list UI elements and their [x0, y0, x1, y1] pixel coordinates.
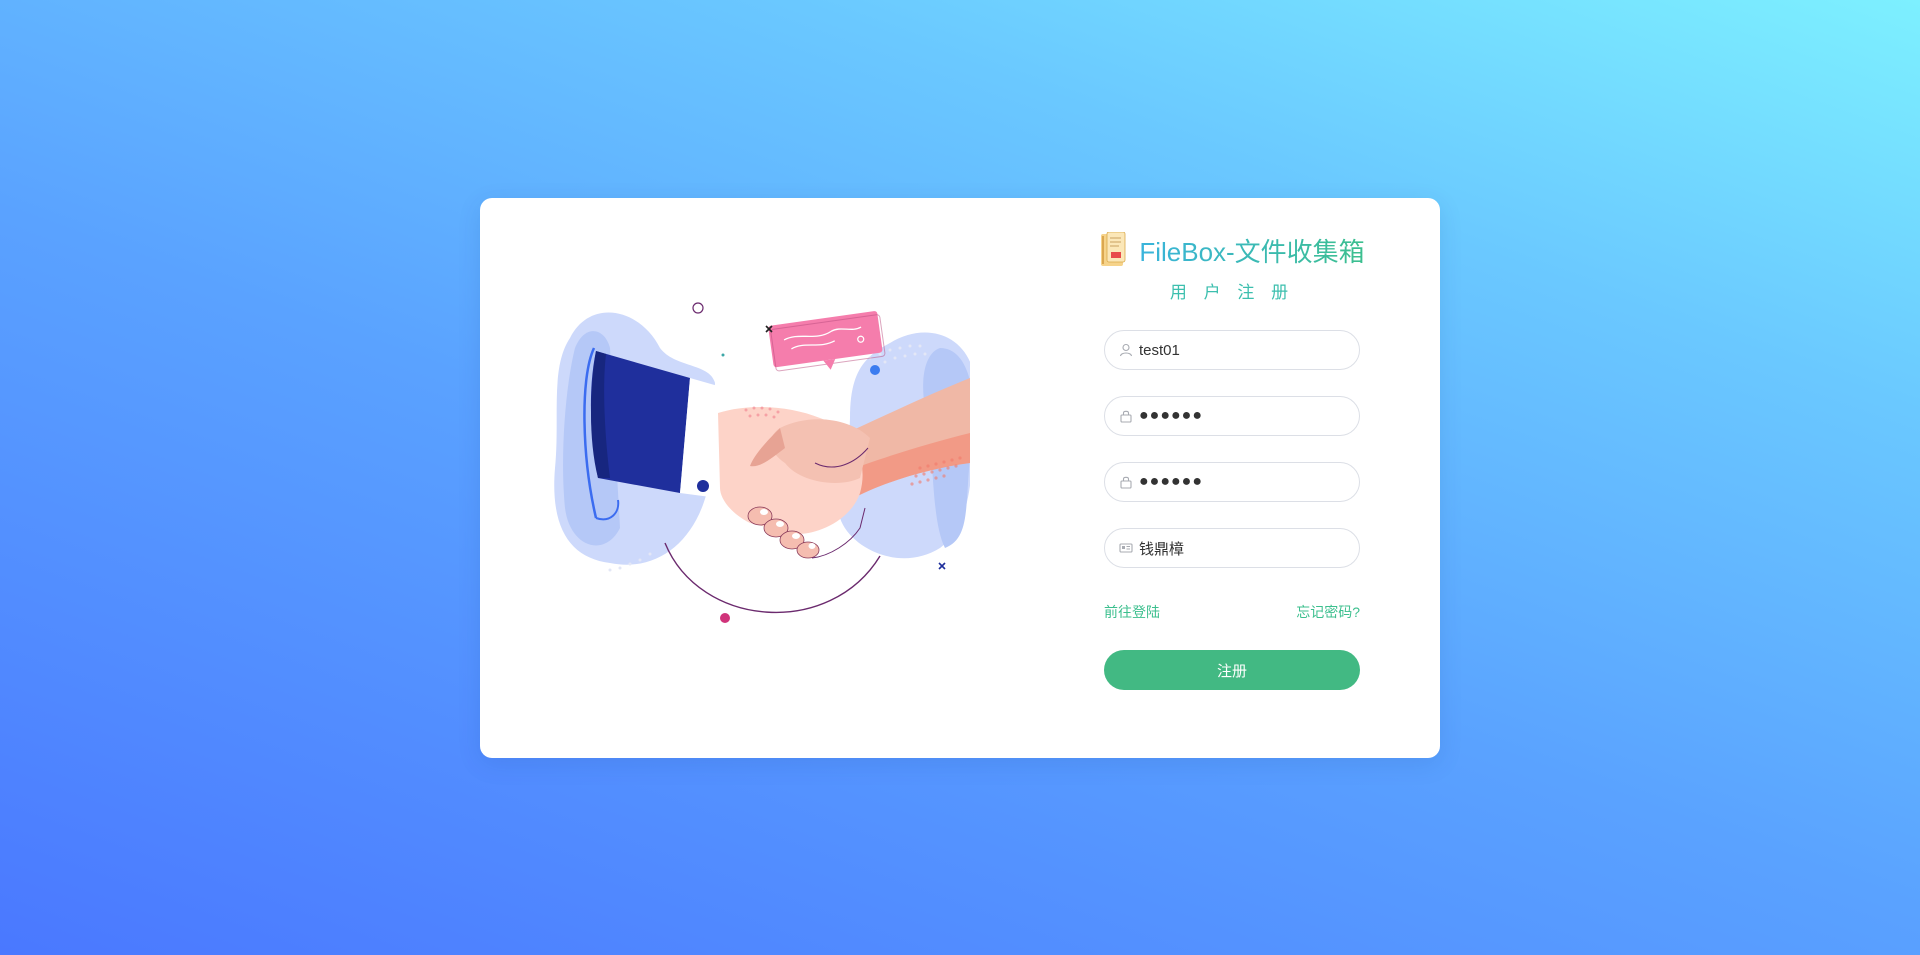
auth-links: 前往登陆 忘记密码? [1104, 602, 1360, 622]
confirm-password-field[interactable]: ●●●●●● [1104, 462, 1360, 502]
forgot-password-link[interactable]: 忘记密码? [1296, 602, 1360, 622]
username-field[interactable]: test01 [1104, 330, 1360, 370]
register-form: FileBox-文件收集箱 用 户 注 册 test01 ●●●●●● ●●●●… [1101, 228, 1365, 690]
confirm-password-value: ●●●●●● [1139, 473, 1203, 490]
app-title: FileBox-文件收集箱 [1139, 232, 1364, 269]
real-name-field[interactable]: 钱鼎樟 [1104, 528, 1360, 568]
username-value: test01 [1139, 341, 1180, 359]
go-to-login-link[interactable]: 前往登陆 [1104, 602, 1160, 622]
real-name-value: 钱鼎樟 [1139, 540, 1185, 558]
id-card-icon [1119, 541, 1133, 555]
page-subtitle: 用 户 注 册 [1169, 283, 1295, 302]
password-field[interactable]: ●●●●●● [1104, 396, 1360, 436]
brand-header: FileBox-文件收集箱 [1101, 228, 1365, 272]
handshake-illustration [550, 288, 976, 638]
password-value: ●●●●●● [1139, 407, 1203, 424]
document-folder-icon [1099, 231, 1127, 268]
register-button[interactable]: 注册 [1104, 650, 1360, 690]
lock-icon [1119, 475, 1133, 489]
register-card: FileBox-文件收集箱 用 户 注 册 test01 ●●●●●● ●●●●… [480, 198, 1440, 758]
lock-icon [1119, 409, 1133, 423]
user-icon [1119, 343, 1133, 357]
